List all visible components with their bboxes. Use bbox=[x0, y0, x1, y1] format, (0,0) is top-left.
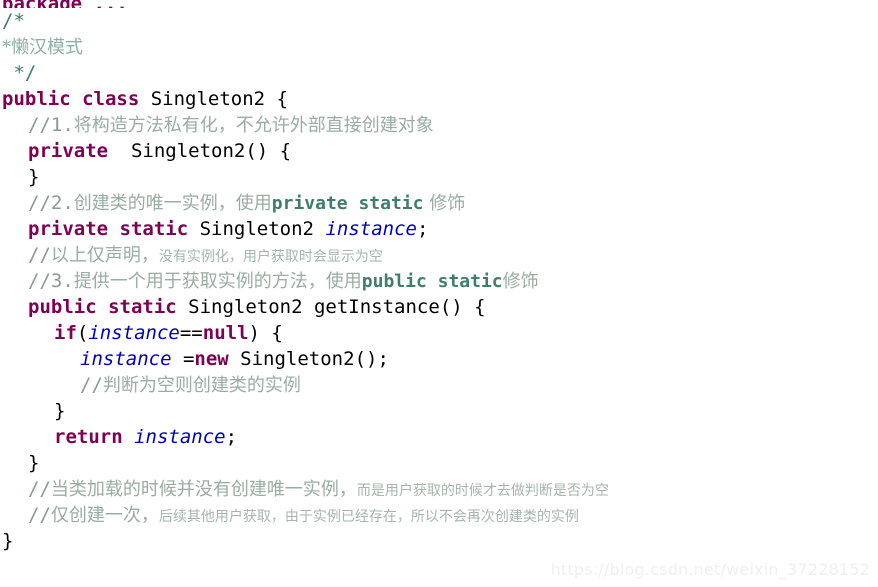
code-line: //1.将构造方法私有化，不允许外部直接创建对象 bbox=[0, 112, 878, 138]
code-token: instance bbox=[80, 348, 172, 370]
code-line: private static Singleton2 instance; bbox=[0, 216, 878, 242]
code-token: private bbox=[28, 140, 109, 162]
code-token: instance bbox=[325, 218, 417, 240]
code-line: } bbox=[0, 398, 878, 424]
code-line: public static Singleton2 getInstance() { bbox=[0, 294, 878, 320]
code-line: /* bbox=[0, 8, 878, 34]
code-token: 而是用户获取的时候才去做判断是否为空 bbox=[356, 483, 609, 499]
code-token: Singleton2 getInstance() { bbox=[176, 296, 486, 318]
code-line: //判断为空则创建类的实例 bbox=[0, 372, 878, 398]
code-token: 提供一个用于获取实例的方法，使用 bbox=[73, 271, 362, 292]
code-line: //仅创建一次，后续其他用户获取，由于实例已经存在，所以不会再次创建类的实例 bbox=[0, 502, 878, 528]
code-token: == bbox=[179, 322, 203, 344]
code-token: return bbox=[54, 426, 123, 448]
code-token: Singleton2(); bbox=[228, 348, 389, 370]
code-token: 修饰 bbox=[423, 193, 466, 214]
code-line: if(instance==null) { bbox=[0, 320, 878, 346]
code-line: //当类加载的时候并没有创建唯一实例，而是用户获取的时候才去做判断是否为空 bbox=[0, 476, 878, 502]
code-token: private static bbox=[28, 218, 189, 240]
code-token: package ... bbox=[2, 0, 128, 8]
code-token: public static bbox=[28, 296, 177, 318]
code-token: // bbox=[28, 244, 51, 266]
code-token: } bbox=[28, 166, 40, 188]
code-lines-container: package .../**懒汉模式 */public class Single… bbox=[0, 0, 878, 554]
code-line: //以上仅声明，没有实例化，用户获取时会显示为空 bbox=[0, 242, 878, 268]
code-token: 当类加载的时候并没有创建唯一实例， bbox=[50, 479, 357, 500]
code-line: } bbox=[0, 528, 878, 554]
code-token: 以上仅声明， bbox=[50, 245, 159, 266]
code-token: = bbox=[171, 348, 195, 370]
code-line: } bbox=[0, 450, 878, 476]
code-token: //2. bbox=[28, 192, 74, 214]
code-line: //2.创建类的唯一实例，使用private static 修饰 bbox=[0, 190, 878, 216]
code-line: instance =new Singleton2(); bbox=[0, 346, 878, 372]
code-token: } bbox=[2, 530, 14, 552]
code-line: */ bbox=[0, 60, 878, 86]
code-token: *懒汉模式 bbox=[2, 37, 83, 58]
code-token: instance bbox=[134, 426, 226, 448]
code-token: 判断为空则创建类的实例 bbox=[102, 375, 301, 396]
code-token: public class bbox=[2, 88, 140, 110]
code-token: Singleton2() { bbox=[108, 140, 292, 162]
code-token: /* bbox=[2, 10, 25, 32]
code-token: ( bbox=[76, 322, 89, 344]
code-token: 修饰 bbox=[502, 271, 539, 292]
code-line: *懒汉模式 bbox=[0, 34, 878, 60]
code-token: // bbox=[28, 478, 51, 500]
code-token: // bbox=[28, 504, 51, 526]
code-token: 没有实例化，用户获取时会显示为空 bbox=[158, 249, 383, 265]
code-token: Singleton2 bbox=[188, 218, 326, 240]
code-token: ) { bbox=[248, 322, 283, 344]
code-token: // bbox=[80, 374, 103, 396]
code-editor[interactable]: package .../**懒汉模式 */public class Single… bbox=[0, 0, 878, 587]
code-token: ; bbox=[416, 218, 429, 240]
code-line: } bbox=[0, 164, 878, 190]
code-token: public static bbox=[361, 271, 503, 292]
code-token: 将构造方法私有化，不允许外部直接创建对象 bbox=[73, 115, 434, 136]
code-line: public class Singleton2 { bbox=[0, 86, 878, 112]
code-token: 创建类的唯一实例，使用 bbox=[73, 193, 272, 214]
code-token: //3. bbox=[28, 270, 74, 292]
code-token: 后续其他用户获取，由于实例已经存在，所以不会再次创建类的实例 bbox=[158, 509, 579, 525]
code-line: //3.提供一个用于获取实例的方法，使用public static修饰 bbox=[0, 268, 878, 294]
code-token: ; bbox=[225, 426, 238, 448]
code-line: private Singleton2() { bbox=[0, 138, 878, 164]
code-token: new bbox=[194, 348, 229, 370]
code-token: //1. bbox=[28, 114, 74, 136]
code-line: return instance; bbox=[0, 424, 878, 450]
code-token: private static bbox=[271, 193, 424, 214]
code-token: } bbox=[54, 400, 66, 422]
code-token: instance bbox=[88, 322, 180, 344]
code-token: 仅创建一次， bbox=[50, 505, 159, 526]
code-token: null bbox=[202, 322, 249, 344]
code-token: */ bbox=[2, 62, 37, 84]
code-token: Singleton2 { bbox=[139, 88, 288, 110]
code-line: package ... bbox=[0, 0, 878, 8]
code-token: } bbox=[28, 452, 40, 474]
code-token: if bbox=[54, 322, 77, 344]
